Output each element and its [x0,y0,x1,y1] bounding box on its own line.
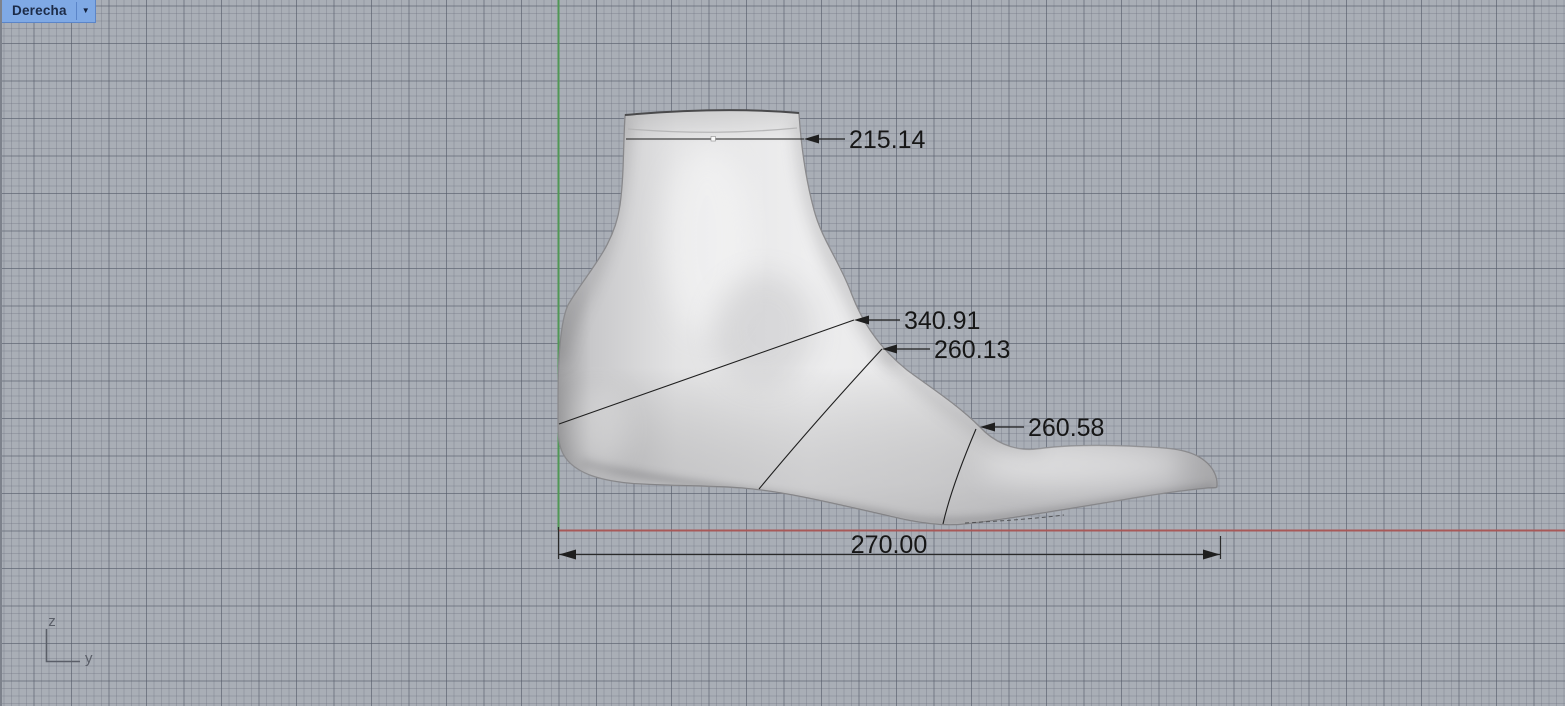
viewport-title[interactable]: Derecha [2,3,76,20]
viewport-tab[interactable]: Derecha ▼ [2,0,96,23]
viewport-canvas[interactable]: Derecha ▼ 215.14 340.91 260.13 260.58 27… [0,0,1565,706]
dimension-grip-point[interactable] [710,136,716,142]
dimension-long-heel-girth[interactable]: 340.91 [854,307,980,335]
dimension-overall-length[interactable]: 270.00 [557,527,1222,560]
dimension-leg-opening[interactable]: 215.14 [804,126,926,154]
foot-last-model[interactable] [557,109,1218,526]
axis-y-label: y [85,650,93,667]
dimension-instep-girth[interactable]: 260.13 [882,336,1010,364]
dimension-ball-girth[interactable]: 260.58 [980,414,1104,442]
dimension-label[interactable]: 260.13 [934,336,1010,364]
cad-scene[interactable]: 215.14 340.91 260.13 260.58 270.00 z y [2,0,1565,706]
dimension-label[interactable]: 260.58 [1028,414,1104,442]
arrow-right-icon [1203,549,1220,560]
chevron-down-icon[interactable]: ▼ [77,6,95,16]
arrow-left-icon [559,549,576,560]
dimension-label[interactable]: 340.91 [904,307,980,335]
axis-gizmo: z y [45,613,93,667]
axis-z-label: z [48,613,56,630]
dimension-label[interactable]: 270.00 [851,531,927,559]
dimension-label[interactable]: 215.14 [849,126,926,154]
arrow-left-icon [804,134,819,144]
